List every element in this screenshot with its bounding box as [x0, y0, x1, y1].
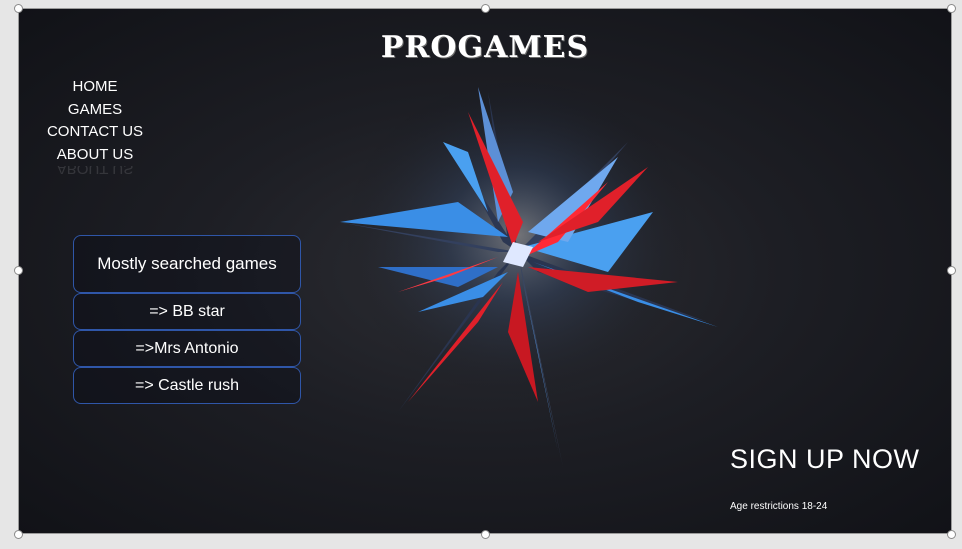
- abstract-star-art: [338, 82, 718, 467]
- resize-handle-top-right[interactable]: [947, 4, 956, 13]
- popular-games-box: Mostly searched games => BB star =>Mrs A…: [73, 235, 301, 404]
- nav-item-home[interactable]: HOME: [40, 76, 150, 99]
- slide-canvas: PROGAMES HOME GAMES CONTACT US ABOUT US …: [0, 0, 962, 549]
- resize-handle-top[interactable]: [481, 4, 490, 13]
- game-link-mrs-antonio[interactable]: =>Mrs Antonio: [73, 330, 301, 367]
- slide[interactable]: PROGAMES HOME GAMES CONTACT US ABOUT US …: [18, 8, 952, 534]
- nav-reflection: ABOUT US: [40, 166, 150, 174]
- resize-handle-bottom-right[interactable]: [947, 530, 956, 539]
- resize-handle-bottom-left[interactable]: [14, 530, 23, 539]
- sign-up-button[interactable]: SIGN UP NOW: [730, 444, 920, 475]
- resize-handle-right[interactable]: [947, 266, 956, 275]
- resize-handle-bottom[interactable]: [481, 530, 490, 539]
- nav-item-contact-us[interactable]: CONTACT US: [40, 121, 150, 144]
- age-restriction-note: Age restrictions 18-24: [730, 501, 828, 512]
- popular-games-header: Mostly searched games: [73, 235, 301, 293]
- resize-handle-top-left[interactable]: [14, 4, 23, 13]
- game-link-castle-rush[interactable]: => Castle rush: [73, 367, 301, 404]
- nav-menu: HOME GAMES CONTACT US ABOUT US ABOUT US: [40, 76, 150, 174]
- nav-item-about-us[interactable]: ABOUT US: [40, 144, 150, 167]
- game-link-bb-star[interactable]: => BB star: [73, 293, 301, 330]
- resize-handle-left[interactable]: [14, 266, 23, 275]
- nav-item-games[interactable]: GAMES: [40, 99, 150, 122]
- page-title: PROGAMES: [380, 30, 590, 65]
